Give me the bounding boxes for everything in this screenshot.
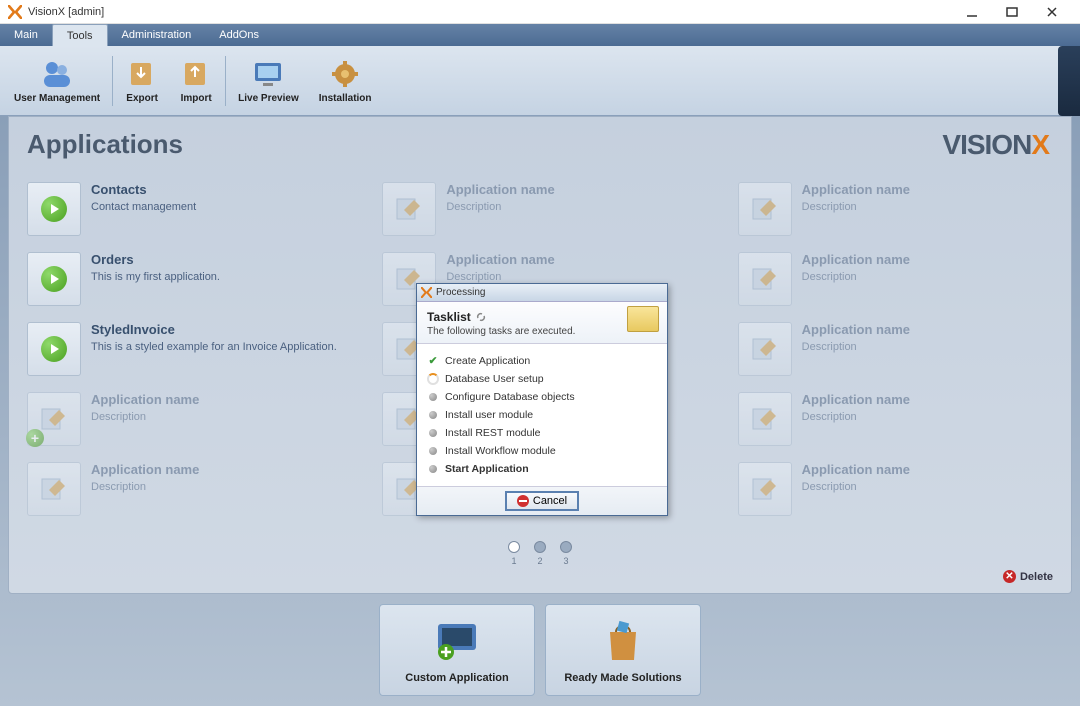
spinner-icon: [427, 373, 439, 385]
dialog-header-subtitle: The following tasks are executed.: [427, 326, 575, 337]
dialog-overlay: Processing Tasklist The following tasks …: [0, 0, 1080, 706]
app-logo-icon: [421, 287, 432, 298]
pending-dot-icon: [427, 445, 439, 457]
task-row: Database User setup: [427, 370, 657, 388]
dialog-header: Tasklist The following tasks are execute…: [417, 302, 667, 344]
task-row: ✔Create Application: [427, 352, 657, 370]
dialog-titlebar[interactable]: Processing: [417, 284, 667, 302]
pending-dot-icon: [427, 391, 439, 403]
task-row: Install user module: [427, 406, 657, 424]
processing-dialog: Processing Tasklist The following tasks …: [416, 283, 668, 516]
dialog-footer: Cancel: [417, 486, 667, 515]
task-row: Start Application: [427, 460, 657, 478]
pending-dot-icon: [427, 463, 439, 475]
task-row: Configure Database objects: [427, 388, 657, 406]
dialog-title: Processing: [436, 287, 485, 298]
pending-dot-icon: [427, 409, 439, 421]
check-icon: ✔: [427, 355, 439, 367]
task-row: Install Workflow module: [427, 442, 657, 460]
cancel-icon: [517, 495, 529, 507]
pending-dot-icon: [427, 427, 439, 439]
dialog-body: ✔Create Application Database User setup …: [417, 344, 667, 486]
dialog-header-title: Tasklist: [427, 310, 575, 324]
task-row: Install REST module: [427, 424, 657, 442]
link-icon: [475, 311, 487, 323]
tasklist-icon: [627, 306, 659, 332]
cancel-button[interactable]: Cancel: [505, 491, 579, 511]
